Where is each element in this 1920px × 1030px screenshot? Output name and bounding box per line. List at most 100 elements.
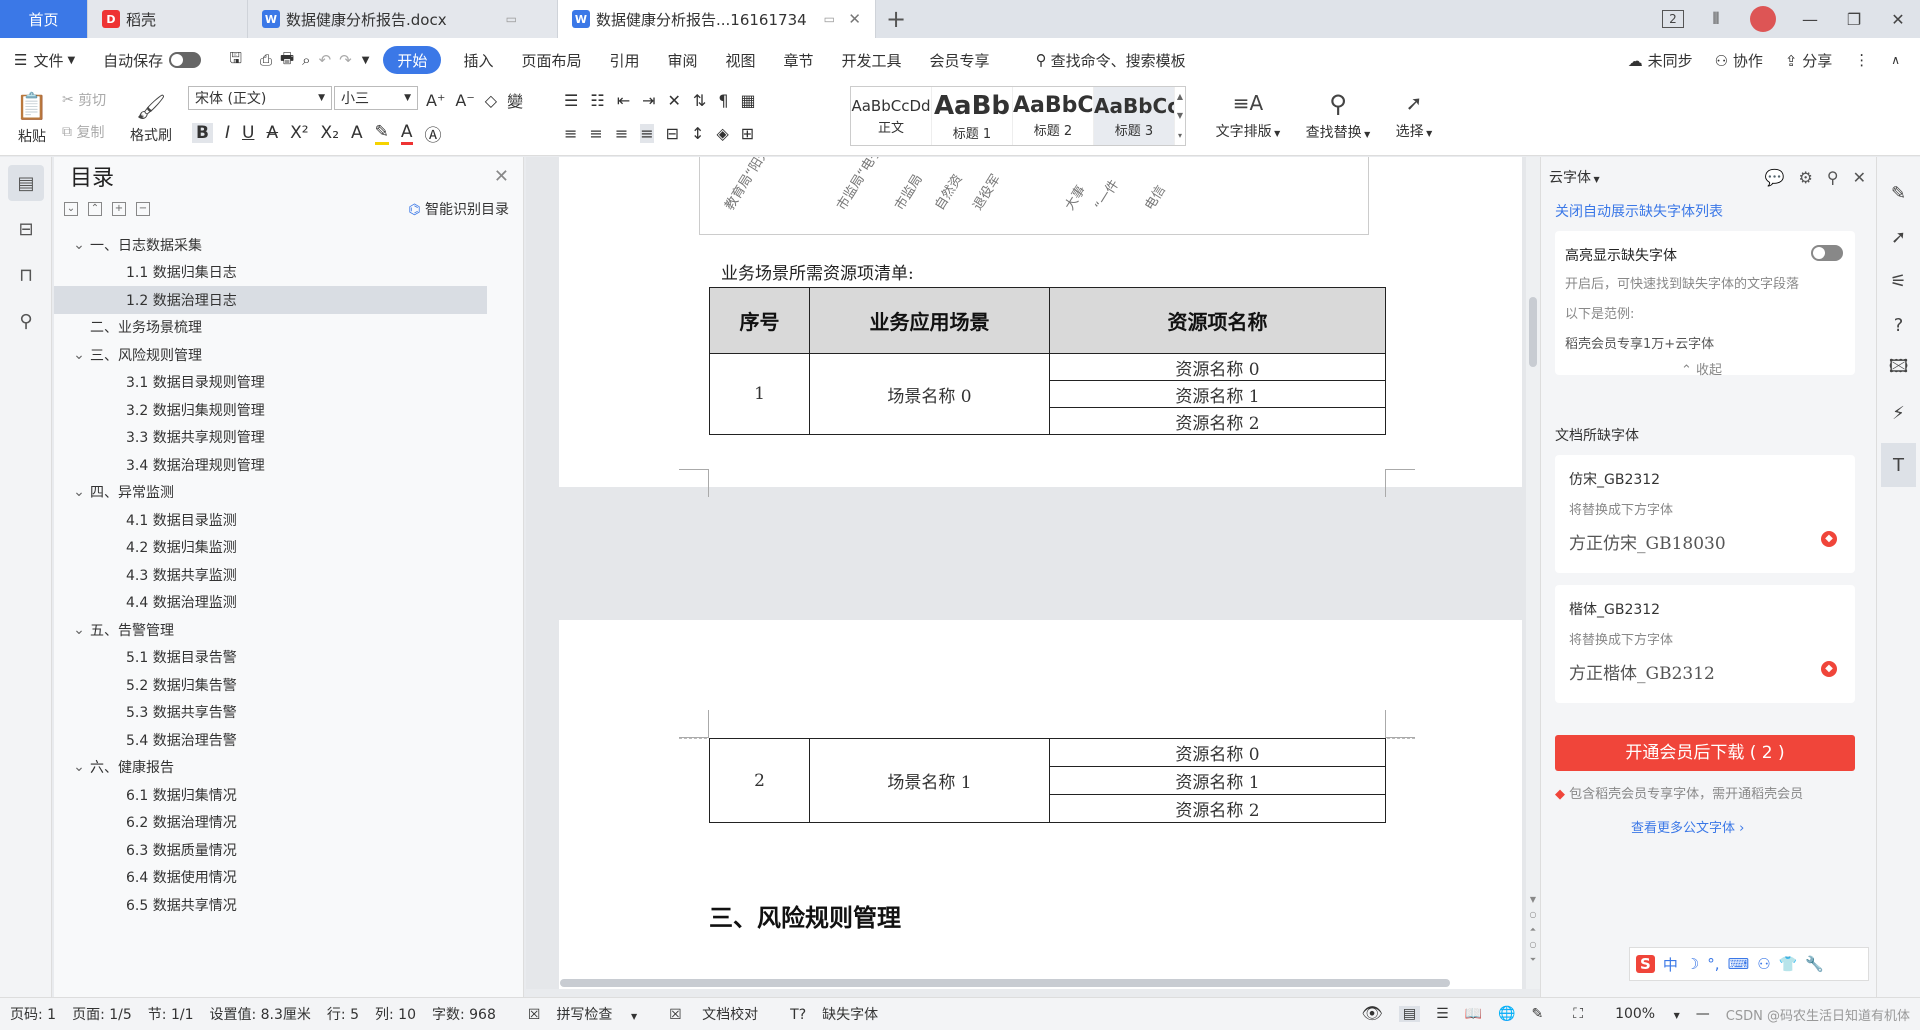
find-replace-button[interactable]: ⚲ 查找替换 ▼ bbox=[1300, 86, 1376, 146]
avatar[interactable] bbox=[1750, 6, 1776, 32]
tab-references[interactable]: 引用 bbox=[595, 38, 653, 82]
distributed-icon[interactable]: ⊟ bbox=[666, 124, 679, 143]
print-icon[interactable]: 🖶 bbox=[276, 38, 298, 82]
redo-icon[interactable]: ↷ bbox=[335, 38, 356, 82]
pen-view-icon[interactable]: ✎ bbox=[1532, 1006, 1544, 1022]
toc-item[interactable]: 4.2 数据归集监测 bbox=[54, 534, 523, 562]
bold-icon[interactable]: B bbox=[192, 123, 213, 143]
toc-item[interactable]: 5.3 数据共享告警 bbox=[54, 699, 523, 727]
indent-icon[interactable]: ⇥ bbox=[642, 91, 655, 110]
toc-item[interactable]: 4.1 数据目录监测 bbox=[54, 506, 523, 534]
save-icon[interactable]: 🖫 bbox=[215, 38, 256, 82]
align-center-icon[interactable]: ≡ bbox=[589, 124, 602, 143]
cursor-icon[interactable]: ➚ bbox=[1877, 215, 1920, 259]
style-heading-1[interactable]: AaBb 标题 1 bbox=[932, 87, 1013, 145]
collapse-button[interactable]: ⌃ 收起 bbox=[1681, 359, 1722, 378]
highlight-toggle[interactable] bbox=[1811, 245, 1843, 261]
font-size-select[interactable]: 小三 ▼ bbox=[334, 86, 418, 110]
italic-icon[interactable]: I bbox=[225, 123, 230, 143]
tab-document-2[interactable]: W 数据健康分析报告...16161734 ▭ ✕ bbox=[558, 0, 876, 38]
remove-heading-icon[interactable]: − bbox=[136, 202, 150, 216]
close-icon[interactable]: ✕ bbox=[1853, 168, 1866, 187]
proofread-button[interactable]: ☒ 文档校对 bbox=[653, 1004, 758, 1024]
expand-icon[interactable]: ▾ bbox=[1178, 131, 1182, 140]
collab-button[interactable]: ⚇ 协作 bbox=[1715, 50, 1763, 71]
tab-home[interactable]: 首页 bbox=[0, 0, 88, 38]
style-heading-3[interactable]: AaBbCc 标题 3 bbox=[1094, 87, 1175, 145]
outline-view-icon[interactable]: ☰ bbox=[1436, 1006, 1449, 1022]
bullet-list-icon[interactable]: ☰ bbox=[564, 91, 578, 110]
toc-item[interactable]: 4.4 数据治理监测 bbox=[54, 589, 523, 617]
chevron-up-icon[interactable]: ▲ bbox=[1177, 92, 1183, 101]
style-heading-2[interactable]: AaBbC 标题 2 bbox=[1013, 87, 1094, 145]
line-spacing-icon[interactable]: ↕ bbox=[691, 124, 704, 143]
missing-font-card-1[interactable]: 仿宋_GB2312 将替换成下方字体 方正仿宋_GB18030 ◆ bbox=[1555, 455, 1855, 573]
char-border-icon[interactable]: Ⓐ bbox=[425, 121, 442, 146]
chevron-down-icon[interactable]: ▼ bbox=[1526, 892, 1540, 907]
toc-item[interactable]: 3.3 数据共享规则管理 bbox=[54, 424, 523, 452]
bookmark-icon[interactable]: ⊓ bbox=[8, 257, 44, 293]
spell-check-button[interactable]: ☒ 拼写检查 ▼ bbox=[512, 1004, 637, 1024]
cut-button[interactable]: ✂ 剪切 bbox=[62, 88, 106, 112]
tab-dev-tools[interactable]: 开发工具 bbox=[828, 38, 916, 82]
font-family-select[interactable]: 宋体 (正文) ▼ bbox=[188, 86, 332, 110]
select-button[interactable]: ➚ 选择 ▼ bbox=[1386, 86, 1442, 146]
web-view-icon[interactable]: 🌐 bbox=[1498, 1006, 1515, 1022]
add-heading-icon[interactable]: + bbox=[112, 202, 126, 216]
underline-icon[interactable]: U bbox=[242, 123, 254, 143]
pin-icon[interactable]: ⚲ bbox=[1827, 168, 1839, 187]
numbered-list-icon[interactable]: ☷ bbox=[590, 91, 604, 110]
tab-docer[interactable]: D 稻壳 bbox=[88, 0, 248, 38]
copy-button[interactable]: ⧉ 复制 bbox=[62, 120, 104, 144]
outdent-icon[interactable]: ⇤ bbox=[617, 91, 630, 110]
toc-item[interactable]: 4.3 数据共享监测 bbox=[54, 561, 523, 589]
autosave-toggle[interactable]: 自动保存 bbox=[89, 38, 215, 82]
share-button[interactable]: ⇪ 分享 bbox=[1785, 50, 1832, 71]
more-fonts-link[interactable]: 查看更多公文字体 › bbox=[1631, 817, 1744, 836]
restore-icon[interactable]: ❐ bbox=[1832, 10, 1876, 29]
missing-font-card-2[interactable]: 楷体_GB2312 将替换成下方字体 方正楷体_GB2312 ◆ bbox=[1555, 585, 1855, 703]
chevron-down-icon[interactable]: ▼ bbox=[1177, 111, 1183, 120]
minimize-icon[interactable]: — bbox=[1788, 10, 1832, 29]
word-count[interactable]: 字数: 968 bbox=[432, 1004, 496, 1024]
toc-item[interactable]: 5.1 数据目录告警 bbox=[54, 644, 523, 672]
toc-item[interactable]: 1.2 数据治理日志 bbox=[54, 286, 487, 314]
fit-icon[interactable]: ⛶ bbox=[1573, 1006, 1583, 1022]
subscript-icon[interactable]: X₂ bbox=[321, 123, 339, 143]
gear-icon[interactable]: ⚙ bbox=[1799, 168, 1813, 187]
toc-item[interactable]: 3.4 数据治理规则管理 bbox=[54, 451, 523, 479]
file-menu[interactable]: ☰ 文件 ▼ bbox=[0, 38, 89, 82]
command-search[interactable]: ⚲ 查找命令、搜索模板 bbox=[1022, 38, 1200, 82]
strikethrough-icon[interactable]: A bbox=[266, 123, 278, 143]
toc-item[interactable]: 5.4 数据治理告警 bbox=[54, 726, 523, 754]
dot-icon[interactable]: ○ bbox=[1526, 937, 1540, 952]
toggle-switch[interactable] bbox=[169, 52, 202, 68]
search-icon[interactable]: ⚲ bbox=[8, 303, 44, 339]
chinese-layout-icon[interactable]: ✕ bbox=[668, 91, 681, 110]
collapse-ribbon-icon[interactable]: ∧ bbox=[1891, 53, 1900, 67]
tab-review[interactable]: 审阅 bbox=[653, 38, 711, 82]
undo-icon[interactable]: ↶ bbox=[315, 38, 336, 82]
chevron-down-icon[interactable]: ⌄ bbox=[72, 484, 86, 500]
text-effect-icon[interactable]: A bbox=[351, 123, 363, 143]
close-window-icon[interactable]: ✕ bbox=[1876, 10, 1920, 29]
tab-vip[interactable]: 会员专享 bbox=[916, 38, 1004, 82]
toc-panel-icon[interactable]: ▤ bbox=[8, 165, 44, 201]
chevron-down-icon[interactable]: ▼ bbox=[356, 38, 376, 82]
new-tab-plus-icon[interactable]: + bbox=[876, 0, 916, 38]
window-count-badge[interactable]: 2 bbox=[1662, 10, 1684, 28]
clear-format-icon[interactable]: ◇ bbox=[485, 91, 497, 110]
image-icon[interactable]: 🖾 bbox=[1877, 347, 1920, 391]
toc-item[interactable]: 二、业务场景梳理 bbox=[54, 314, 523, 342]
toc-item[interactable]: 6.4 数据使用情况 bbox=[54, 864, 523, 892]
shrink-font-icon[interactable]: A⁻ bbox=[455, 91, 474, 110]
tab-view[interactable]: 视图 bbox=[712, 38, 770, 82]
toc-item[interactable]: ⌄ 六、健康报告 bbox=[54, 754, 523, 782]
help-icon[interactable]: ? bbox=[1877, 303, 1920, 347]
zoom-out-icon[interactable]: — bbox=[1696, 1006, 1710, 1022]
toc-item[interactable]: 6.5 数据共享情况 bbox=[54, 891, 523, 919]
more-icon[interactable]: ⋮ bbox=[1854, 51, 1869, 69]
grow-font-icon[interactable]: A⁺ bbox=[426, 91, 445, 110]
font-color-icon[interactable]: A bbox=[400, 122, 413, 145]
grid-icon[interactable]: ⫴ bbox=[1694, 9, 1738, 29]
